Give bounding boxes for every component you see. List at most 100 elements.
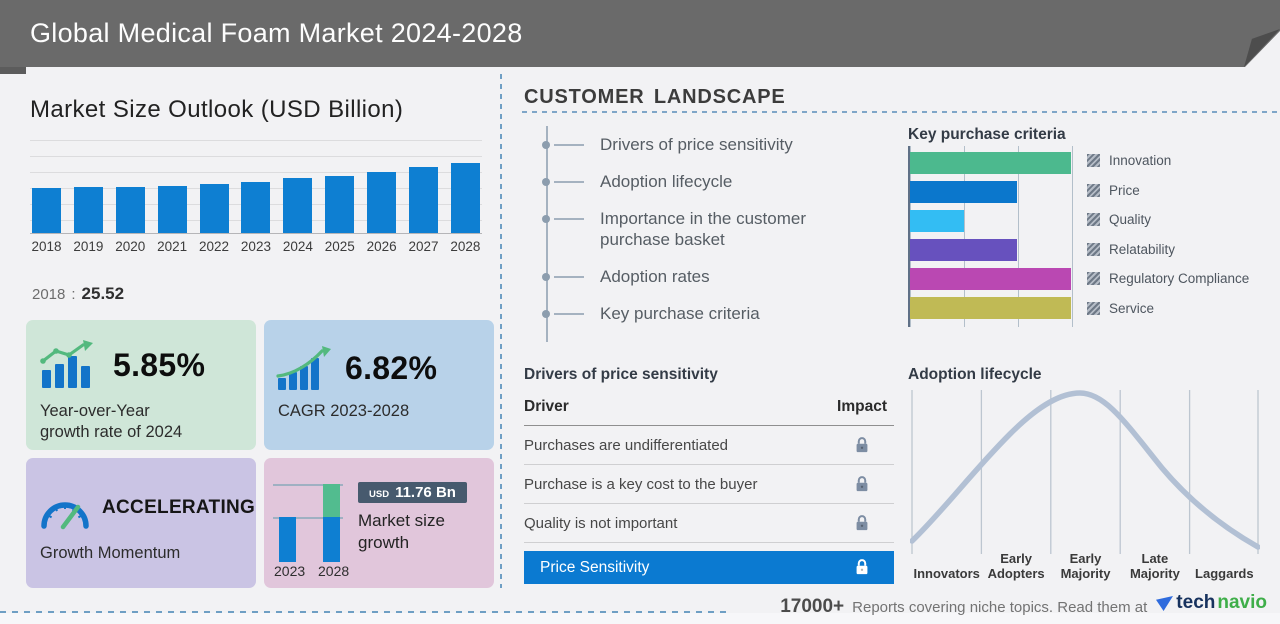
market-size-year-label: 2025 [324,239,355,254]
market-size-bar-column [73,187,103,233]
market-size-bar [325,176,355,233]
vertical-section-divider [500,74,502,588]
driver-column-header: Driver [524,398,569,415]
technavio-brand-link[interactable]: tech navio [1155,592,1267,614]
impact-column-header: Impact [837,398,887,415]
market-size-year-label: 2018 [31,239,62,254]
growth-bar-2023 [279,517,296,562]
market-size-bar [73,187,103,233]
customer-landscape-title: CUSTOMER LANDSCAPE [524,86,786,108]
yoy-label-line2: growth rate of 2024 [40,423,183,442]
badge-amount: 11.76 Bn [395,484,456,501]
market-size-bar-column [367,172,397,233]
kpc-bar [910,239,1017,261]
market-size-bar-column [283,178,313,233]
price-sensitivity-highlight-row: Price Sensitivity [524,551,894,584]
market-size-year-label: 2027 [408,239,439,254]
legend-swatch-icon [1087,272,1100,285]
market-size-bar [157,186,187,233]
lifecycle-stage-line: Adopters [987,566,1045,582]
lifecycle-stage-line: Majority [1129,566,1180,582]
brand-navio: navio [1217,592,1267,613]
key-purchase-criteria-title: Key purchase criteria [908,126,1066,143]
brand-tech: tech [1176,592,1216,613]
customer-landscape-item: Key purchase criteria [542,303,850,325]
adoption-lifecycle-chart [909,388,1261,558]
kpc-legend-item: Regulatory Compliance [1087,268,1249,289]
market-size-chart [30,140,482,234]
lock-icon [830,436,894,455]
growth-label-line2: growth [358,533,410,553]
growth-year-end: 2028 [318,563,350,579]
customer-landscape-item: Importance in the customer purchase bask… [542,208,850,252]
kpc-legend-label: Innovation [1109,153,1172,168]
customer-landscape-item-label: Adoption rates [600,267,710,286]
cagr-card: 6.82% CAGR 2023-2028 [264,320,494,450]
kpc-bar [910,181,1017,203]
kpc-legend-item: Price [1087,180,1249,201]
kpc-bar [910,210,964,232]
adl-labels: Innovators Early Adopters Early Majority Late… [910,540,1260,582]
customer-landscape-item-label: Drivers of price sensitivity [600,135,793,154]
kpc-legend-item: Quality [1087,209,1249,230]
growth-momentum-card: ACCELERATING Growth Momentum [26,458,256,588]
lifecycle-stage-line: Late [1141,551,1169,567]
base-year-number: 25.52 [81,284,125,303]
lifecycle-stage-line: Early [1069,551,1102,567]
growth-label: Market size growth [358,510,445,554]
customer-landscape-item-label: Importance in the customer purchase bask… [600,208,806,250]
market-size-year-label: 2026 [366,239,397,254]
momentum-value: ACCELERATING [102,497,256,518]
market-size-bar-column [409,167,439,233]
customer-landscape-item: Adoption lifecycle [542,171,850,193]
market-size-year-label: 2020 [115,239,146,254]
lock-icon [830,475,894,494]
legend-swatch-icon [1087,301,1100,315]
market-size-bar-column [450,163,480,233]
kpc-legend-item: Service [1087,298,1249,319]
market-size-bars [30,140,482,233]
market-size-bar [32,188,61,233]
price-sensitivity-title: Drivers of price sensitivity [524,366,718,383]
legend-swatch-icon [1087,154,1100,167]
kpc-bars [910,146,1073,319]
growth-bar-2028-base [323,517,340,562]
customer-landscape-item-label: Adoption lifecycle [600,171,733,191]
market-size-xlabels: 2018 2019 2020 2021 2022 2023 2024 2025 2026 2027… [30,239,482,254]
price-sensitivity-table: Driver Impact Purchases are undifferenti… [524,394,894,584]
market-size-year-label: 2021 [157,239,188,254]
customer-landscape-item-label: Key purchase criteria [600,303,760,323]
lock-icon [830,558,894,577]
header-left-tab [0,67,26,74]
yoy-label-line1: Year-over-Year [40,402,150,420]
market-size-bar-column [241,182,271,233]
kpc-bar [910,152,1071,174]
market-size-bar-column [199,184,229,233]
customer-landscape-underline [522,111,1280,113]
lifecycle-stage-label: Early Majority [1061,551,1111,582]
market-size-bar-column [325,176,355,233]
lifecycle-stage-line: Early [1000,551,1032,567]
market-size-bar [241,182,271,233]
yoy-value: 5.85% [113,346,206,383]
market-size-bar-column [32,188,61,233]
market-size-year-label: 2028 [450,239,481,254]
customer-landscape-item: Drivers of price sensitivity [542,134,850,156]
technavio-logo-icon [1156,595,1174,611]
lifecycle-stage-line: Laggards [1195,566,1254,582]
base-year-label: 2018 [32,286,66,303]
market-size-year-label: 2019 [73,239,104,254]
market-size-bar [115,187,145,233]
market-size-bar-column [115,187,145,233]
legend-swatch-icon [1087,213,1100,226]
base-year-separator: : [71,286,76,303]
driver-row: Quality is not important [524,504,894,543]
bell-curve-graphic [909,390,1261,554]
footer-dashed-line [0,611,732,613]
speedometer-icon [41,502,89,530]
lifecycle-stage-label: Early Adopters [987,551,1045,582]
market-size-bar-column [157,186,187,233]
price-sensitivity-header: Driver Impact [524,394,894,426]
legend-swatch-icon [1087,183,1100,197]
lifecycle-stage-line: Innovators [913,566,980,582]
